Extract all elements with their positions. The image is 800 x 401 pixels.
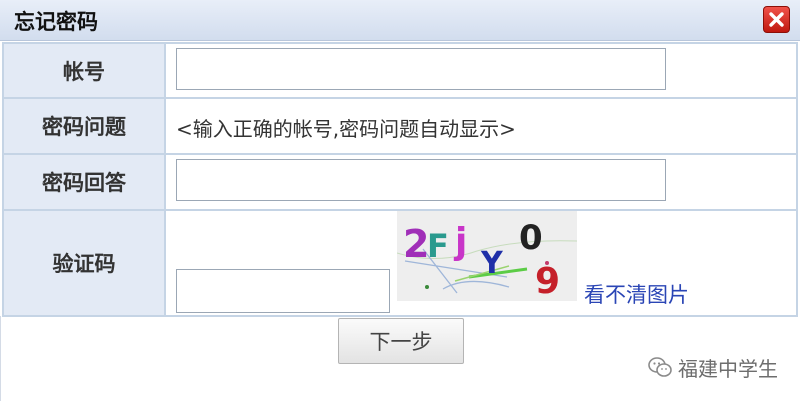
captcha-char-2: F [427,227,449,265]
next-step-button[interactable]: 下一步 [338,318,464,364]
dialog-left-edge [0,316,1,401]
dialog-titlebar: 忘记密码 [0,0,800,41]
account-input[interactable] [176,48,666,90]
captcha-image[interactable]: 2 F j Y 0 9 [397,211,577,301]
close-button[interactable] [763,6,790,33]
captcha-char-1: 2 [403,222,429,266]
question-row: 密码问题 <输入正确的帐号,密码问题自动显示> [2,97,798,155]
forgot-password-dialog: 忘记密码 帐号 密码问题 <输入正确的帐号,密码问题自动显示> 密码回答 验证码… [0,0,800,401]
question-cell: <输入正确的帐号,密码问题自动显示> [164,97,798,155]
captcha-char-4: Y [480,246,504,281]
captcha-row: 验证码 2 F j Y 0 9 看不清图片 [2,209,798,317]
captcha-char-5: 0 [519,218,543,258]
answer-input[interactable] [176,159,666,201]
captcha-char-3: j [453,221,467,262]
captcha-label: 验证码 [2,209,166,317]
watermark-text: 福建中学生 [678,356,778,381]
captcha-refresh-link[interactable]: 看不清图片 [584,279,689,309]
close-icon [769,12,784,27]
dialog-title: 忘记密码 [14,10,98,34]
question-hint: <输入正确的帐号,密码问题自动显示> [176,117,516,141]
account-row: 帐号 [2,42,798,99]
answer-label: 密码回答 [2,153,166,211]
answer-cell [164,153,798,211]
watermark: 福建中学生 [648,352,778,382]
captcha-input[interactable] [176,269,390,313]
account-cell [164,42,798,99]
wechat-icon [648,357,672,377]
captcha-char-6: 9 [535,261,560,301]
question-label: 密码问题 [2,97,166,155]
captcha-cell: 2 F j Y 0 9 看不清图片 [164,209,798,317]
account-label: 帐号 [2,42,166,99]
forgot-password-form: 帐号 密码问题 <输入正确的帐号,密码问题自动显示> 密码回答 验证码 2 F … [2,42,798,317]
answer-row: 密码回答 [2,153,798,211]
